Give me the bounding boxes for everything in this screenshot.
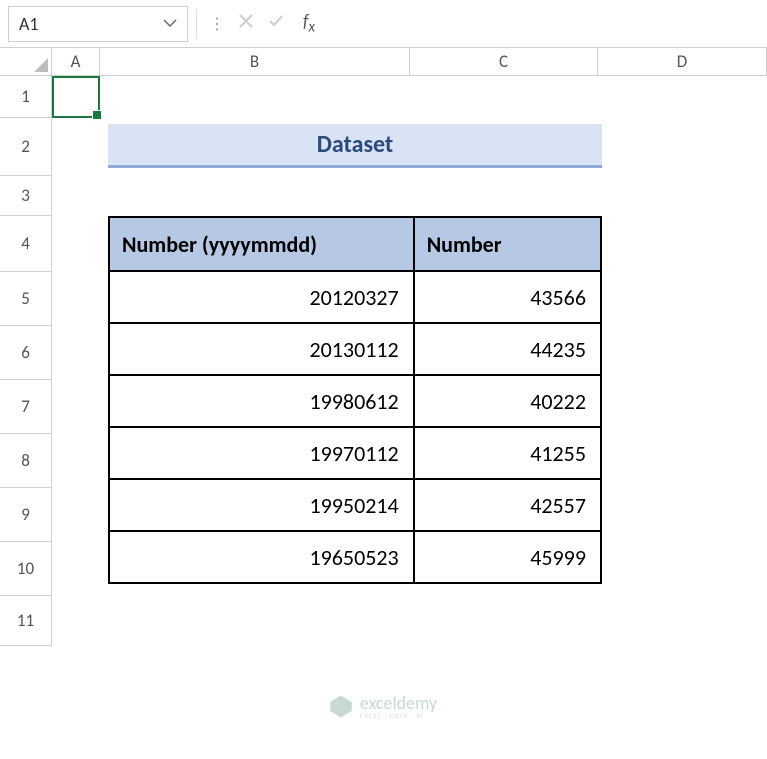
column-header-c[interactable]: C bbox=[410, 48, 598, 75]
cell-b7[interactable]: 19980612 bbox=[109, 375, 414, 427]
row-header-3[interactable]: 3 bbox=[0, 176, 52, 216]
watermark-name: exceldemy bbox=[360, 694, 437, 712]
row-header-8[interactable]: 8 bbox=[0, 434, 52, 488]
cell-c5[interactable]: 43566 bbox=[414, 271, 601, 323]
cell-b9[interactable]: 19950214 bbox=[109, 479, 414, 531]
logo-icon bbox=[330, 696, 352, 718]
dataset-title: Dataset bbox=[108, 124, 602, 168]
divider bbox=[196, 9, 197, 39]
table-row: 19950214 42557 bbox=[109, 479, 601, 531]
data-table: Number (yyyymmdd) Number 20120327 43566 … bbox=[108, 216, 602, 584]
watermark-sub: EXCEL · DATA · BI bbox=[360, 712, 437, 719]
table-row: 19650523 45999 bbox=[109, 531, 601, 583]
formula-bar-icons: fx bbox=[229, 10, 329, 37]
cell-b10[interactable]: 19650523 bbox=[109, 531, 414, 583]
row-header-5[interactable]: 5 bbox=[0, 272, 52, 326]
column-header-d[interactable]: D bbox=[598, 48, 767, 75]
cell-c9[interactable]: 42557 bbox=[414, 479, 601, 531]
table-row: 20120327 43566 bbox=[109, 271, 601, 323]
cell-c7[interactable]: 40222 bbox=[414, 375, 601, 427]
column-header-a[interactable]: A bbox=[52, 48, 100, 75]
cell-c8[interactable]: 41255 bbox=[414, 427, 601, 479]
check-icon bbox=[267, 12, 285, 36]
cell-b6[interactable]: 20130112 bbox=[109, 323, 414, 375]
table-row: 19980612 40222 bbox=[109, 375, 601, 427]
row-header-2[interactable]: 2 bbox=[0, 118, 52, 176]
chevron-down-icon[interactable] bbox=[163, 15, 177, 32]
cell-b5[interactable]: 20120327 bbox=[109, 271, 414, 323]
table-header-yyyymmdd[interactable]: Number (yyyymmdd) bbox=[109, 217, 414, 271]
row-header-11[interactable]: 11 bbox=[0, 596, 52, 646]
fx-icon[interactable]: fx bbox=[297, 10, 321, 37]
cancel-icon bbox=[237, 12, 255, 36]
row-header-7[interactable]: 7 bbox=[0, 380, 52, 434]
cell-c6[interactable]: 44235 bbox=[414, 323, 601, 375]
table-row: 19970112 41255 bbox=[109, 427, 601, 479]
table-header-row: Number (yyyymmdd) Number bbox=[109, 217, 601, 271]
name-box[interactable]: A1 bbox=[8, 6, 188, 42]
row-header-4[interactable]: 4 bbox=[0, 216, 52, 272]
active-cell[interactable] bbox=[52, 76, 100, 118]
table-row: 20130112 44235 bbox=[109, 323, 601, 375]
cells-area[interactable]: Dataset Number (yyyymmdd) Number 2012032… bbox=[52, 76, 767, 646]
cell-c10[interactable]: 45999 bbox=[414, 531, 601, 583]
row-header-9[interactable]: 9 bbox=[0, 488, 52, 542]
row-header-1[interactable]: 1 bbox=[0, 76, 52, 118]
column-headers: A B C D bbox=[0, 48, 767, 76]
row-header-6[interactable]: 6 bbox=[0, 326, 52, 380]
name-box-value: A1 bbox=[19, 13, 39, 35]
watermark-text: exceldemy EXCEL · DATA · BI bbox=[360, 694, 437, 719]
table-header-number[interactable]: Number bbox=[414, 217, 601, 271]
select-all-button[interactable] bbox=[0, 48, 52, 75]
column-header-b[interactable]: B bbox=[100, 48, 410, 75]
formula-bar: A1 ⋮ fx bbox=[0, 0, 767, 48]
formula-input[interactable] bbox=[329, 6, 759, 42]
row-header-10[interactable]: 10 bbox=[0, 542, 52, 596]
row-headers: 1 2 3 4 5 6 7 8 9 10 11 bbox=[0, 76, 52, 646]
watermark: exceldemy EXCEL · DATA · BI bbox=[330, 694, 437, 719]
cell-b8[interactable]: 19970112 bbox=[109, 427, 414, 479]
dots-icon: ⋮ bbox=[205, 14, 229, 34]
